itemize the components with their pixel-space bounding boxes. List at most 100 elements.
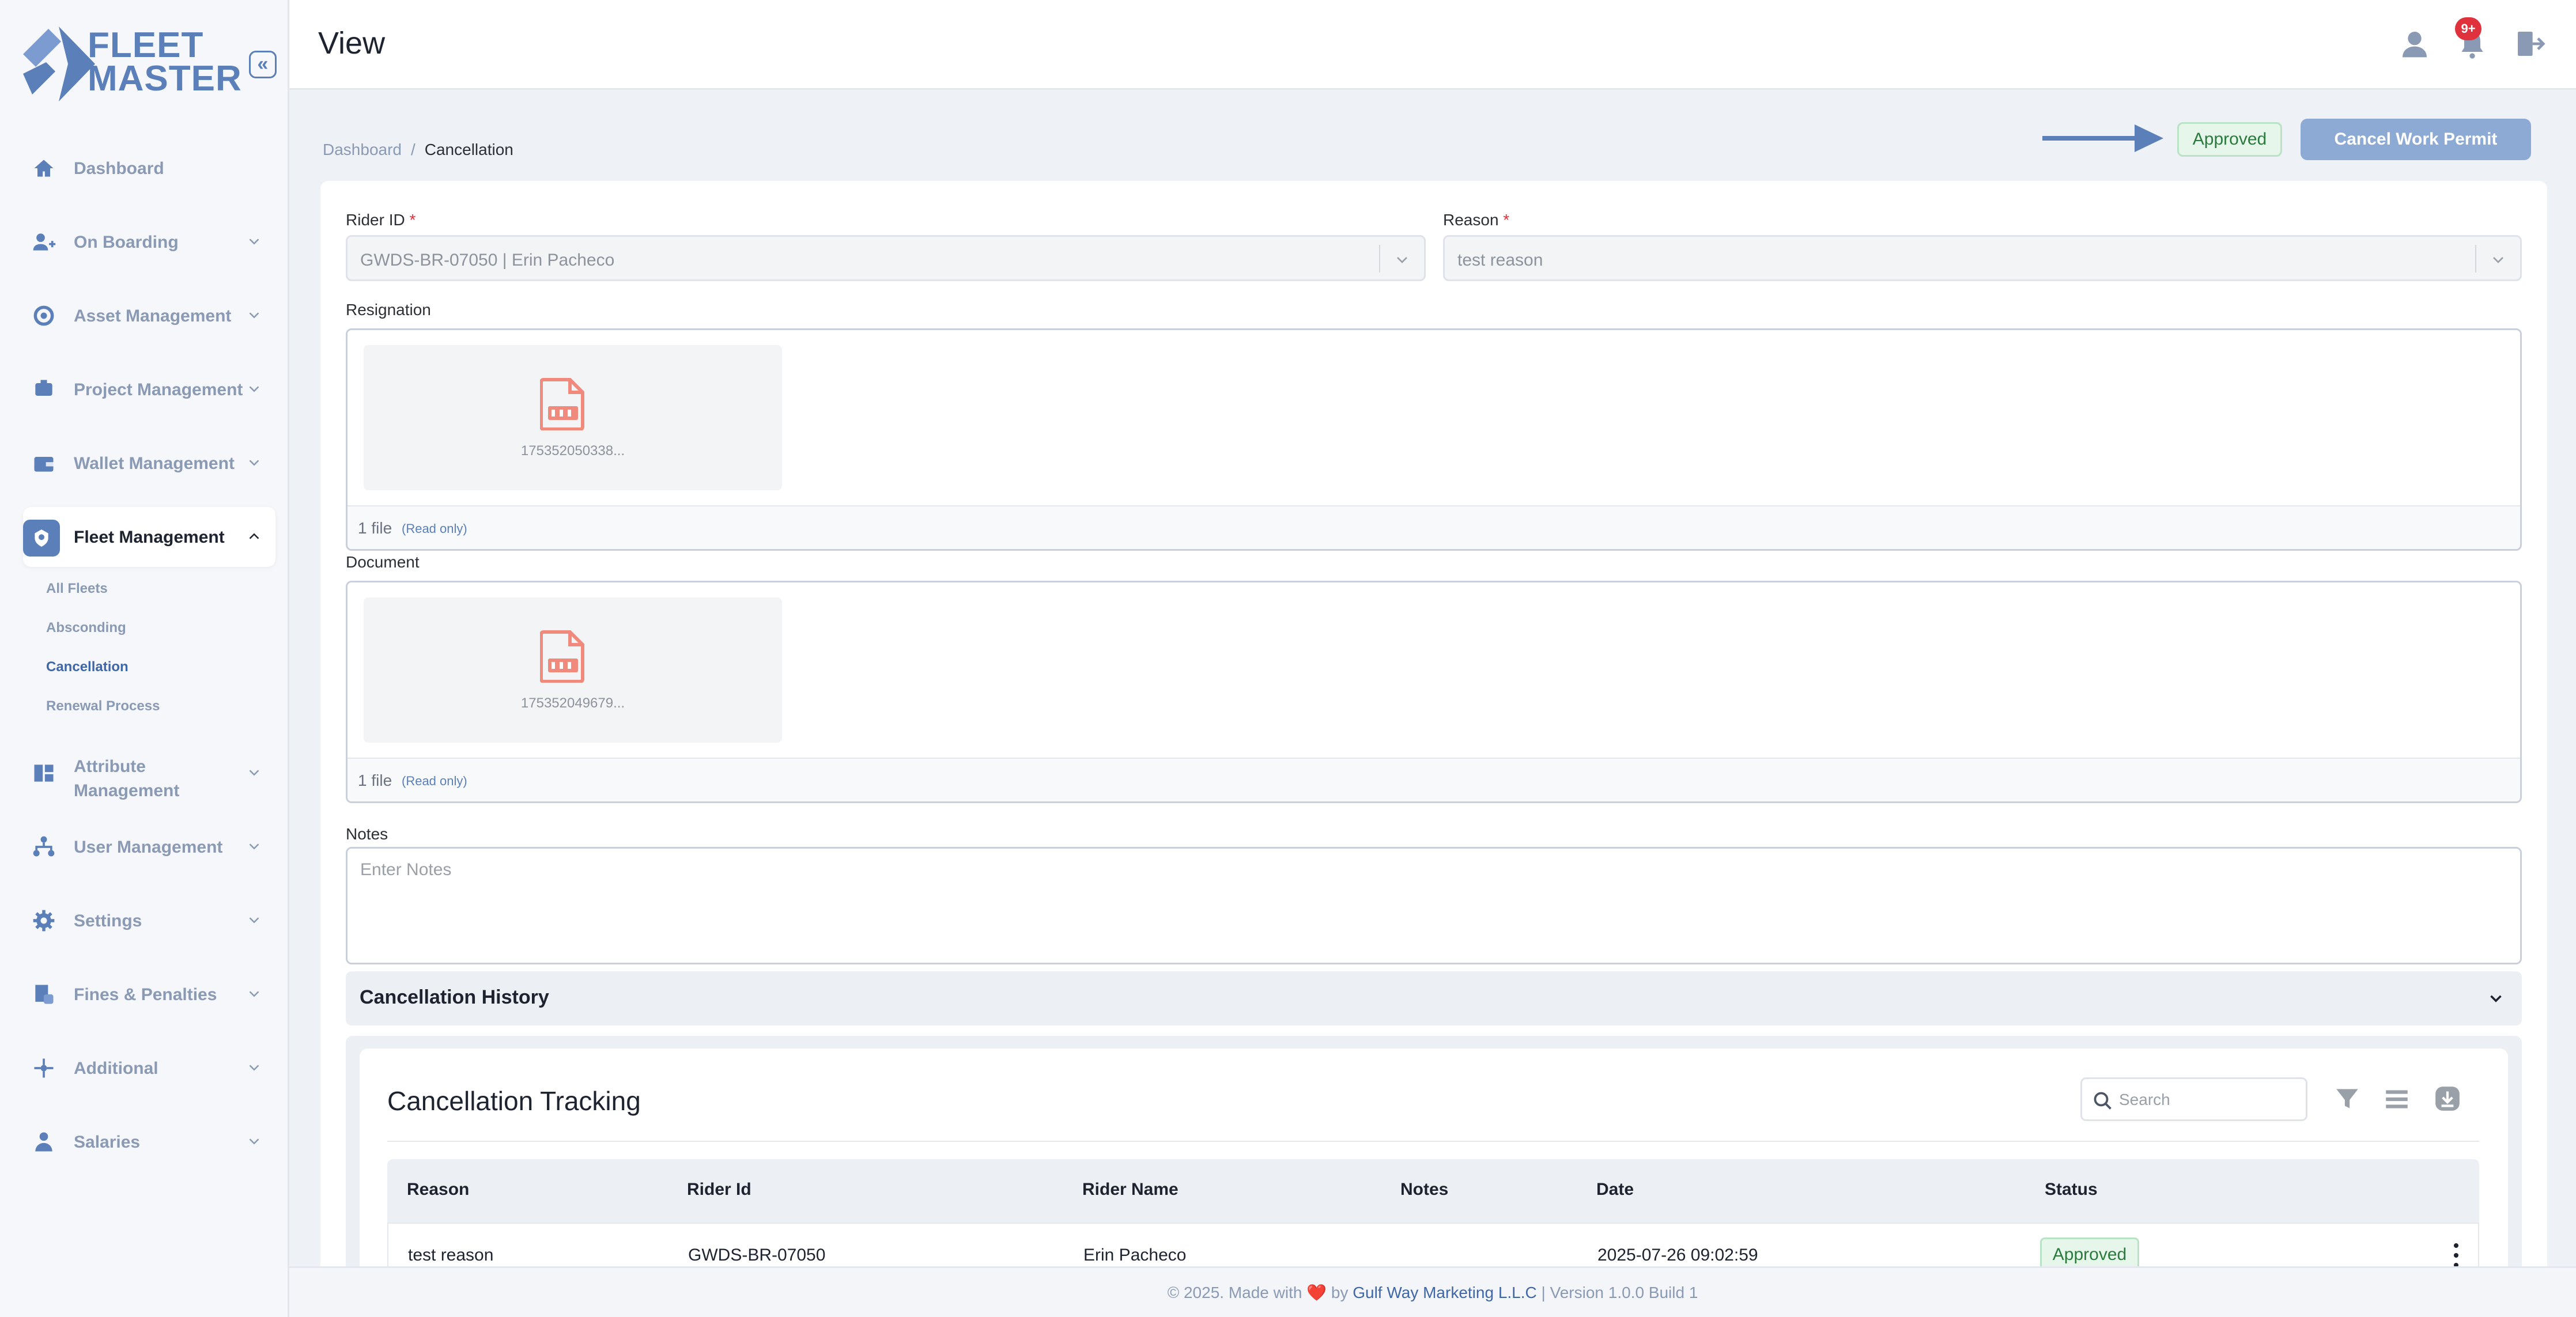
sidebar-subitem-all-fleets[interactable]: All Fleets: [46, 581, 108, 597]
sidebar-item-label: Asset Management: [74, 306, 232, 326]
column-header-reason[interactable]: Reason: [407, 1180, 469, 1199]
chevron-up-icon: [249, 533, 259, 539]
column-header-rider-name[interactable]: Rider Name: [1082, 1180, 1179, 1199]
breadcrumb-separator: /: [410, 141, 416, 158]
heart-icon: ❤️: [1306, 1284, 1327, 1301]
pdf-file-icon: [540, 378, 584, 430]
home-icon: [31, 156, 56, 181]
sidebar-item-label: User Management: [74, 838, 223, 857]
chevron-down-icon: [249, 991, 259, 997]
chevron-down-icon: [2493, 257, 2503, 263]
reason-label-text: Reason: [1443, 211, 1499, 229]
fleet-icon: [23, 520, 60, 557]
sidebar-item-attribute-management[interactable]: Attribute Management: [23, 743, 275, 803]
logo-text: FLEET MASTER: [88, 25, 242, 99]
download-icon[interactable]: [2433, 1084, 2462, 1113]
rider-id-label: Rider ID *: [346, 211, 416, 229]
file-thumbnail[interactable]: 175352050338...: [364, 345, 782, 490]
user-icon[interactable]: [2399, 28, 2431, 60]
column-header-rider-id[interactable]: Rider Id: [687, 1180, 751, 1199]
footer-by: by: [1331, 1284, 1349, 1301]
select-divider: [1379, 245, 1380, 273]
page-footer: © 2025. Made with ❤️ by Gulf Way Marketi…: [289, 1266, 2576, 1317]
logo-line-2: MASTER: [88, 59, 242, 99]
sidebar-item-label: Additional: [74, 1059, 158, 1078]
top-header: View 9+: [289, 0, 2576, 90]
breadcrumb-dashboard[interactable]: Dashboard: [323, 141, 402, 158]
rider-id-select[interactable]: GWDS-BR-07050 | Erin Pacheco: [346, 235, 1426, 281]
resignation-label: Resignation: [346, 301, 431, 319]
sidebar-item-label: Settings: [74, 911, 142, 930]
cell-rider-id: GWDS-BR-07050: [688, 1246, 826, 1265]
chevron-down-icon: [249, 770, 259, 776]
chevron-down-icon: [249, 1138, 259, 1145]
sidebar-subitem-cancellation[interactable]: Cancellation: [46, 659, 129, 675]
accordion-title: Cancellation History: [360, 986, 549, 1008]
footer-company-link[interactable]: Gulf Way Marketing L.L.C: [1353, 1284, 1537, 1301]
divider: [387, 1141, 2479, 1142]
sidebar-item-wallet-management[interactable]: Wallet Management: [23, 433, 275, 493]
more-vertical-icon[interactable]: [2450, 1241, 2462, 1270]
cell-reason: test reason: [408, 1246, 494, 1265]
cancellation-history-accordion[interactable]: Cancellation History: [346, 971, 2522, 1025]
notification-badge: 9+: [2455, 17, 2481, 40]
reason-select[interactable]: test reason: [1443, 235, 2522, 281]
sidebar-item-project-management[interactable]: Project Management: [23, 359, 275, 419]
resignation-upload: 175352050338... 1 file (Read only): [346, 328, 2522, 551]
reason-value: test reason: [1457, 251, 1543, 270]
file-count: 1 file: [358, 519, 392, 537]
footer-prefix: © 2025. Made with: [1167, 1284, 1302, 1301]
sidebar-item-settings[interactable]: Settings: [23, 891, 275, 951]
filter-icon[interactable]: [2333, 1084, 2362, 1113]
arrow-right-icon: [2042, 124, 2163, 152]
column-header-date[interactable]: Date: [1596, 1180, 1634, 1199]
cell-rider-name: Erin Pacheco: [1083, 1246, 1187, 1265]
file-name: 175352050338...: [520, 443, 625, 459]
read-only-label: (Read only): [402, 774, 467, 788]
sidebar-item-on-boarding[interactable]: On Boarding: [23, 212, 275, 272]
org-icon: [31, 834, 56, 860]
sidebar-item-label: Salaries: [74, 1133, 141, 1152]
status-badge: Approved: [2177, 122, 2282, 157]
additional-icon: [31, 1055, 56, 1081]
upload-footer: 1 file (Read only): [348, 505, 2520, 549]
sidebar-subitem-renewal-process[interactable]: Renewal Process: [46, 698, 160, 714]
collapse-sidebar-button[interactable]: «: [249, 51, 277, 78]
sidebar-item-salaries[interactable]: Salaries: [23, 1112, 275, 1172]
sidebar-item-additional[interactable]: Additional: [23, 1038, 275, 1098]
column-header-status[interactable]: Status: [2045, 1180, 2098, 1199]
sidebar-item-label: Attribute Management: [74, 757, 180, 800]
notes-label: Notes: [346, 825, 388, 843]
sidebar-item-user-management[interactable]: User Management: [23, 817, 275, 877]
reason-label: Reason *: [1443, 211, 1509, 229]
logout-icon[interactable]: [2514, 28, 2546, 60]
required-mark: *: [409, 211, 416, 229]
column-header-notes[interactable]: Notes: [1400, 1180, 1448, 1199]
attribute-icon: [31, 760, 56, 786]
chevron-down-icon: [249, 312, 259, 319]
sidebar-item-fines-penalties[interactable]: Fines & Penalties: [23, 964, 275, 1024]
sidebar-item-label: Wallet Management: [74, 454, 235, 473]
file-thumbnail[interactable]: 175352049679...: [364, 597, 782, 743]
search-box[interactable]: [2080, 1077, 2307, 1121]
notes-textarea[interactable]: [346, 847, 2522, 964]
document-upload: 175352049679... 1 file (Read only): [346, 581, 2522, 803]
sidebar-item-asset-management[interactable]: Asset Management: [23, 286, 275, 346]
sidebar-item-label: Project Management: [74, 380, 243, 399]
cancel-work-permit-button[interactable]: Cancel Work Permit: [2301, 119, 2531, 160]
columns-icon[interactable]: [2382, 1084, 2411, 1113]
logo[interactable]: FLEET MASTER: [23, 24, 242, 105]
sidebar-subitem-absconding[interactable]: Absconding: [46, 620, 126, 636]
sidebar: FLEET MASTER « Dashboard On Boarding Ass…: [0, 0, 289, 1317]
breadcrumb: Dashboard / Cancellation: [323, 141, 513, 159]
logo-line-1: FLEET: [88, 25, 204, 65]
read-only-label: (Read only): [402, 521, 467, 536]
sidebar-item-dashboard[interactable]: Dashboard: [23, 138, 275, 198]
chevron-down-icon: [249, 843, 259, 850]
sidebar-item-fleet-management[interactable]: Fleet Management: [23, 507, 275, 567]
chevron-down-icon: [249, 1065, 259, 1071]
search-input[interactable]: [2119, 1087, 2298, 1112]
select-divider: [2475, 245, 2476, 273]
search-icon: [2094, 1092, 2112, 1110]
chevron-down-icon: [249, 386, 259, 392]
